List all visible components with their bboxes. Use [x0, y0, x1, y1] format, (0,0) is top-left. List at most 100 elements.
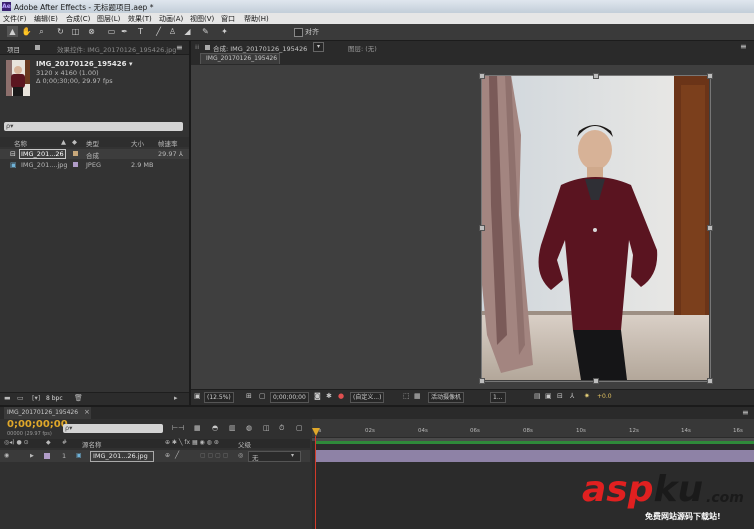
frame-blending-icon[interactable]: ▥ [229, 424, 236, 432]
column-type[interactable]: 类型 [86, 138, 99, 148]
motion-blur-icon[interactable]: ◍ [246, 424, 252, 432]
transform-handle[interactable] [479, 378, 485, 384]
shy-switch-icon[interactable]: ⊕ [165, 452, 170, 459]
layer-label-swatch[interactable] [44, 453, 50, 459]
puppet-tool-icon[interactable]: ✦ [219, 26, 230, 37]
tab-layer[interactable]: 图层: (无) [348, 43, 377, 53]
column-name[interactable]: 名称 [14, 138, 27, 148]
draft-3d-icon[interactable]: ▦ [194, 424, 201, 432]
timeline-search-input[interactable]: ρ▾ [63, 424, 163, 433]
always-preview-icon[interactable]: ▣ [194, 392, 201, 400]
panel-menu-icon[interactable]: ≡ [740, 42, 747, 51]
show-snapshot-icon[interactable]: ✱ [326, 392, 332, 400]
flowchart-icon[interactable]: ⅄ [179, 150, 183, 158]
transform-handle[interactable] [707, 225, 713, 231]
color-channels-icon[interactable]: ● [338, 392, 344, 400]
type-tool-icon[interactable]: T [135, 26, 146, 37]
snapshot-camera-icon[interactable]: ◙ [314, 392, 321, 400]
time-ruler[interactable]: 0s 02s 04s 06s 08s 10s 12s 14s 16s [312, 419, 754, 437]
mask-visibility-icon[interactable]: ▢ [259, 392, 266, 400]
interpret-footage-icon[interactable]: ▬ [4, 394, 11, 402]
resolution-dropdown[interactable]: (自定义...) [350, 392, 385, 403]
exposure-icon[interactable]: ✷ [584, 392, 590, 400]
align-checkbox[interactable] [294, 28, 303, 37]
bit-depth-button[interactable]: 8 bpc [46, 395, 63, 402]
column-source-name[interactable]: 源名称 [82, 439, 102, 449]
transform-handle[interactable] [593, 73, 599, 79]
views-dropdown[interactable]: 1... [490, 392, 506, 403]
layer-name-box[interactable]: IMG_201...26.jpg [90, 451, 154, 462]
roto-brush-tool-icon[interactable]: ✎ [200, 26, 211, 37]
pick-whip-icon[interactable]: ◎ [238, 452, 243, 459]
transform-handle[interactable] [707, 73, 713, 79]
column-fps[interactable]: 帧速率 [158, 138, 178, 148]
comp-mini-flowchart-icon[interactable]: ⊢⊣ [172, 424, 184, 432]
shy-layers-icon[interactable]: ◓ [212, 424, 218, 432]
visibility-eye-icon[interactable]: ◉ [4, 452, 9, 459]
menu-effect[interactable]: 效果(T) [128, 14, 152, 24]
menu-animation[interactable]: 动画(A) [159, 14, 183, 24]
current-time-readout[interactable]: 0;00;00;00 [7, 419, 68, 430]
tab-composition[interactable]: 合成: IMG_20170126_195426 [213, 43, 307, 53]
new-composition-icon[interactable]: [▾] [32, 394, 40, 402]
camera-dropdown[interactable]: 活动摄像机 [428, 392, 465, 403]
tab-timeline-comp[interactable]: IMG_20170126_195426 × [4, 407, 91, 419]
comp-dropdown-icon[interactable]: ▾ [313, 42, 324, 52]
menu-composition[interactable]: 合成(C) [66, 14, 90, 24]
project-search-input[interactable]: ρ▾ [4, 122, 183, 131]
layer-duration-bar[interactable] [316, 450, 754, 462]
pan-behind-tool-icon[interactable]: ⊗ [86, 26, 97, 37]
menu-view[interactable]: 视图(V) [190, 14, 214, 24]
hand-tool-icon[interactable]: ✋ [21, 26, 32, 37]
menu-layer[interactable]: 图层(L) [97, 14, 120, 24]
menu-file[interactable]: 文件(F) [3, 14, 27, 24]
graph-editor-toggle-icon[interactable]: ▢ [296, 424, 303, 432]
scroll-arrow-icon[interactable]: ▸ [174, 394, 178, 402]
transform-handle[interactable] [707, 378, 713, 384]
transparency-grid-icon[interactable]: ▦ [414, 392, 421, 400]
toggle-pixel-aspect-icon[interactable]: ▤ [534, 392, 541, 400]
camera-tool-icon[interactable]: ◫ [70, 26, 81, 37]
column-parent[interactable]: 父级 [238, 439, 251, 449]
magnification-dropdown[interactable]: (12.5%) [204, 392, 234, 403]
transform-handle[interactable] [593, 378, 599, 384]
transform-handle[interactable] [479, 73, 485, 79]
menu-edit[interactable]: 编辑(E) [34, 14, 58, 24]
safe-margins-icon[interactable]: ⊞ [246, 392, 252, 400]
menu-help[interactable]: 帮助(H) [244, 14, 269, 24]
list-item[interactable]: ⊟ IMG_201...26 合成 29.97 ⅄ [0, 149, 189, 160]
delete-trash-icon[interactable]: 🗑 [74, 394, 83, 402]
quality-switch-icon[interactable]: ╱ [175, 451, 179, 459]
flowchart-icon[interactable]: ⅄ [570, 392, 574, 400]
graph-editor-icon[interactable]: ⏱ [279, 424, 284, 433]
brush-tool-icon[interactable]: ╱ [153, 26, 164, 37]
region-of-interest-icon[interactable]: ⬚ [403, 392, 410, 400]
table-row[interactable]: ◉ ▶ 1 ▣ IMG_201...26.jpg ⊕ ╱ ▢ ▢ ▢ ▢ ◎ 无… [0, 450, 310, 462]
pen-tool-icon[interactable]: ✒ [119, 26, 130, 37]
new-folder-icon[interactable]: ▭ [17, 394, 24, 402]
close-tab-icon[interactable]: × [84, 408, 90, 416]
switch-boxes[interactable]: ▢ ▢ ▢ ▢ [200, 452, 228, 459]
panel-lock-icon[interactable] [205, 45, 210, 50]
panel-menu-icon[interactable]: ≡ [742, 408, 749, 417]
selection-tool-icon[interactable]: ▲ [7, 26, 18, 37]
panel-lock-icon[interactable] [35, 45, 40, 50]
tab-effect-controls[interactable]: 效果控件: IMG_20170126_195426.jpg [57, 44, 176, 54]
rotate-tool-icon[interactable]: ↻ [55, 26, 66, 37]
brainstorm-icon[interactable]: ◫ [263, 424, 270, 432]
transform-handle[interactable] [479, 225, 485, 231]
exposure-value[interactable]: +0.0 [597, 393, 612, 400]
comp-subtab[interactable]: IMG_20170126_195426 [200, 53, 280, 64]
tab-project[interactable]: 项目 [7, 44, 20, 54]
menu-window[interactable]: 窗口 [221, 14, 235, 24]
panel-menu-icon[interactable]: ≡ [176, 43, 183, 52]
eraser-tool-icon[interactable]: ◢ [182, 26, 193, 37]
zoom-tool-icon[interactable]: ⌕ [36, 26, 47, 37]
timeline-icon[interactable]: ⊟ [557, 392, 563, 400]
list-item[interactable]: ▣ IMG_201....jpg JPEG 2.9 MB [0, 160, 189, 170]
clone-stamp-tool-icon[interactable]: ♙ [167, 26, 178, 37]
column-size[interactable]: 大小 [131, 138, 144, 148]
parent-dropdown[interactable]: 无 ▾ [248, 451, 301, 462]
current-time-display[interactable]: 0;00;00;00 [270, 392, 309, 403]
expand-arrow-icon[interactable]: ▶ [30, 453, 34, 459]
